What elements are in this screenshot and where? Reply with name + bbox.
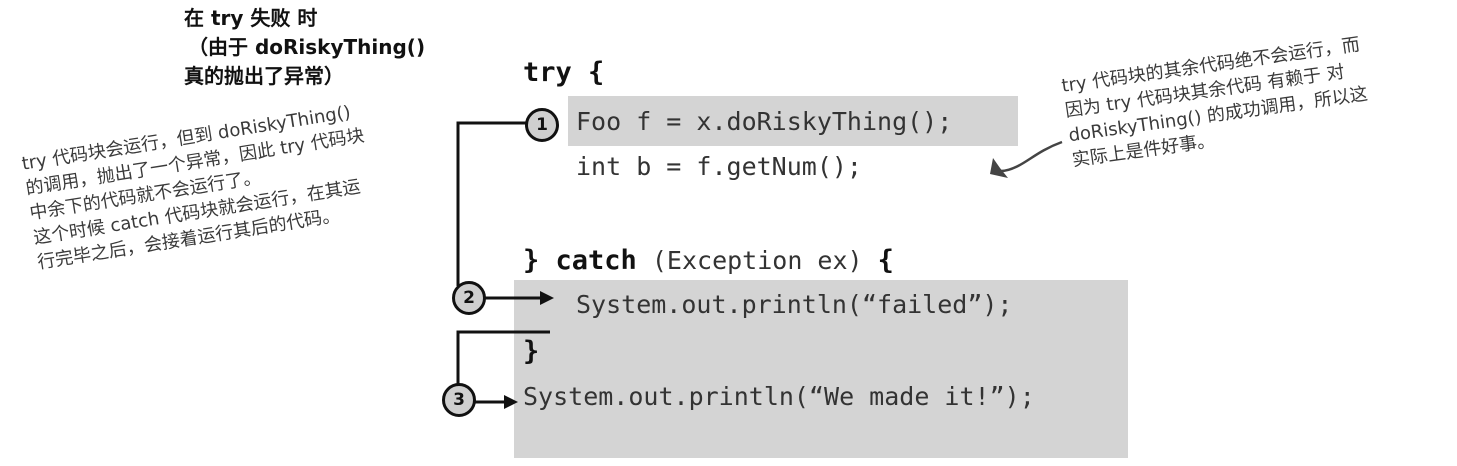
- arrowhead-step3: [504, 395, 518, 409]
- catch-brace: {: [877, 245, 894, 276]
- catch-keyword: catch: [555, 245, 637, 276]
- code-line-failed: System.out.println(“failed”);: [576, 290, 1013, 319]
- try-close-brace: }: [523, 245, 540, 276]
- top-note: 在 try 失败 时 （由于 doRiskyThing() 真的抛出了异常）: [184, 4, 425, 91]
- try-keyword: try: [523, 57, 572, 88]
- arrowhead-step2: [540, 291, 554, 305]
- top-note-line3: 真的抛出了异常）: [184, 64, 344, 88]
- note-pointer-arrow: [994, 140, 1063, 173]
- step-1-badge: 1: [525, 108, 559, 142]
- arrow-step1-to-step2: [456, 121, 527, 286]
- catch-args: (Exception ex): [636, 246, 878, 275]
- step-2-badge: 2: [452, 281, 486, 315]
- try-line: try {: [523, 58, 604, 88]
- code-line-foo: Foo f = x.doRiskyThing();: [576, 107, 953, 136]
- code-line-int: int b = f.getNum();: [576, 152, 862, 181]
- code-line-made-it: System.out.println(“We made it!”);: [523, 382, 1035, 411]
- top-note-line2: （由于 doRiskyThing(): [188, 35, 426, 59]
- catch-line: } catch (Exception ex) {: [523, 246, 894, 276]
- catch-close-brace: }: [523, 336, 540, 367]
- top-note-line1: 在 try 失败 时: [184, 6, 318, 30]
- note-pointer-arrowhead: [990, 158, 1008, 178]
- step-3-badge: 3: [442, 383, 476, 417]
- try-brace: {: [571, 57, 605, 88]
